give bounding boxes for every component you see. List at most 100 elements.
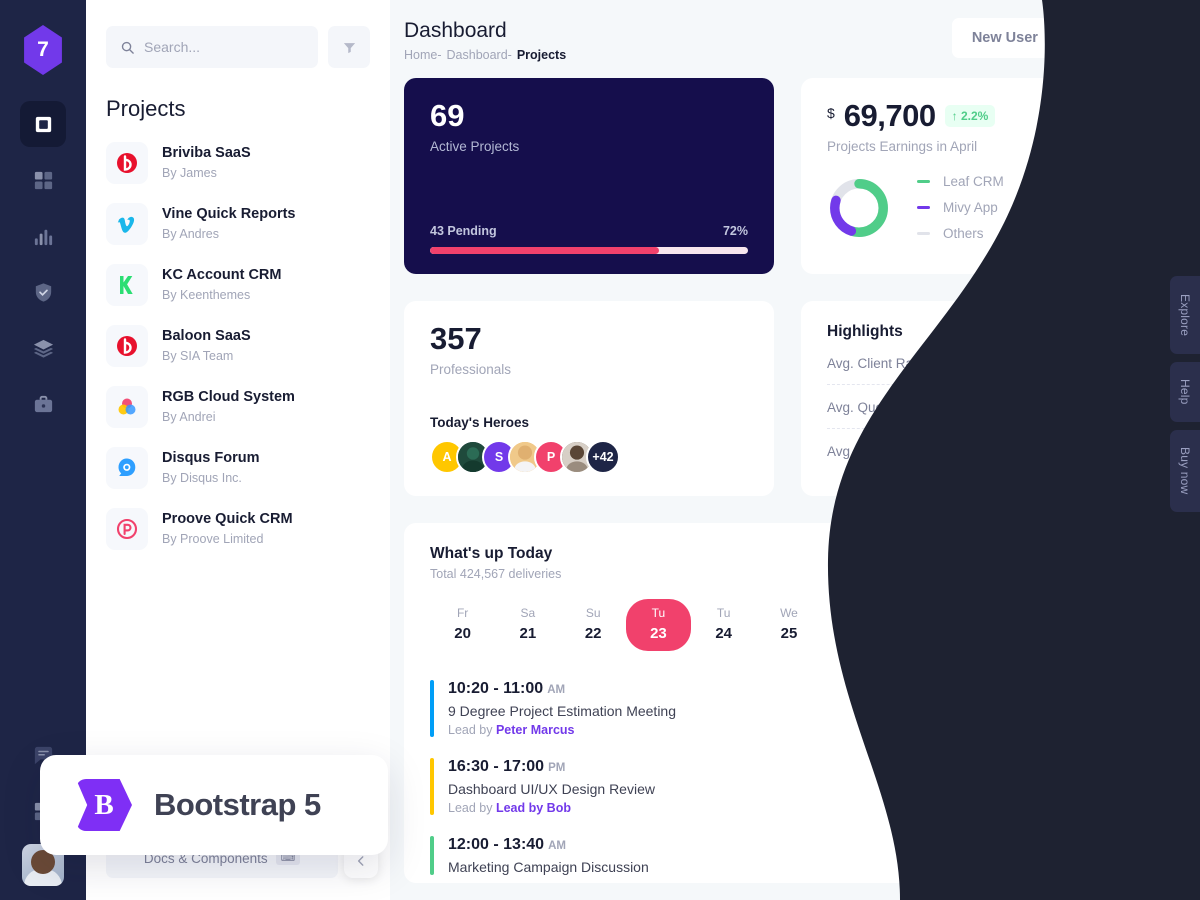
event-lead-prefix: Lead by	[448, 801, 496, 816]
sidebar-item-briefcase[interactable]	[20, 381, 66, 427]
view-button[interactable]: View	[1084, 838, 1148, 873]
calendar-day[interactable]: Th 26	[822, 599, 887, 651]
search-row	[86, 0, 390, 68]
list-item[interactable]: Vine Quick Reports By Andres	[106, 193, 370, 254]
breadcrumb-item-current: Projects	[516, 48, 567, 63]
new-user-button[interactable]: New User	[951, 18, 1058, 58]
day-number: 27	[911, 625, 928, 643]
search-box[interactable]	[106, 26, 318, 68]
table-row: Avg. Quotes ↙ 730	[827, 385, 1148, 430]
calendar-day[interactable]: Sa 21	[495, 599, 560, 651]
page-heading: Dashboard Home- Dashboard- Projects	[404, 18, 566, 62]
calendar-day[interactable]: Fr 20	[430, 599, 495, 651]
highlight-value: ↗ 7.8 /10	[1083, 355, 1148, 371]
event-lead-name[interactable]: Peter Marcus	[496, 723, 575, 737]
calendar-day[interactable]: Tu 24	[691, 599, 756, 651]
sidebar-item-grid[interactable]	[20, 157, 66, 203]
view-button[interactable]: View	[1084, 769, 1148, 804]
side-tab-help[interactable]: Help	[1170, 362, 1200, 422]
active-projects-progress: 43 Pending 72%	[430, 224, 748, 255]
project-name: Disqus Forum	[162, 450, 260, 467]
side-tab-explore[interactable]: Explore	[1170, 276, 1200, 354]
layers-icon	[33, 339, 53, 358]
highlight-number: 730	[1115, 399, 1140, 416]
search-icon	[121, 41, 134, 54]
sidebar-item-security[interactable]	[20, 269, 66, 315]
view-button[interactable]: View	[1084, 691, 1148, 726]
logo-badge-text: 7	[37, 38, 49, 61]
breadcrumb-item[interactable]: Home-	[404, 48, 442, 62]
project-logo	[106, 325, 148, 367]
day-of-week: Fr	[456, 606, 469, 621]
calendar-day-selected[interactable]: Tu 23	[625, 599, 692, 652]
day-number: 23	[650, 625, 667, 643]
calendar-day[interactable]: Sa 28	[952, 599, 1017, 651]
trend-up-icon: ↗	[1082, 355, 1094, 371]
sidebar-item-layers[interactable]	[20, 325, 66, 371]
project-list: Briviba SaaS By James Vine Quick Reports…	[86, 126, 390, 559]
shield-check-icon	[35, 282, 51, 302]
legend-swatch	[917, 232, 930, 236]
new-goal-button[interactable]: New Goal	[1067, 18, 1174, 58]
highlight-label: Avg. Client Rating	[827, 355, 935, 371]
sidebar-nav	[20, 101, 66, 427]
project-name: Vine Quick Reports	[162, 206, 296, 223]
filter-icon	[343, 42, 355, 53]
list-item: 10:20 - 11:00 AM 9 Degree Project Estimat…	[430, 673, 1148, 751]
list-item[interactable]: Proove Quick CRM By Proove Limited	[106, 498, 370, 559]
vimeo-icon	[117, 216, 135, 233]
calendar-day[interactable]: Su 29	[1017, 599, 1082, 651]
event-color-bar	[430, 836, 434, 876]
app-logo-badge[interactable]: 7	[24, 25, 62, 75]
calendar-strip: Fr 20 Sa 21 Su 22 Tu 23 Tu 24 We 25 Th 2…	[430, 599, 1148, 652]
calendar-day[interactable]: Su 22	[561, 599, 626, 651]
sidebar-item-cube[interactable]	[20, 101, 66, 147]
list-item[interactable]: Disqus Forum By Disqus Inc.	[106, 437, 370, 498]
legend-label: Others	[943, 226, 984, 242]
calendar-day[interactable]: Fri 27	[887, 599, 952, 651]
professionals-label: Professionals	[430, 362, 512, 378]
day-number: 29	[1041, 625, 1059, 643]
kickstarter-icon	[120, 276, 133, 294]
highlight-number: $2,309	[1095, 443, 1140, 460]
earnings-body: Leaf CRM $7,660 Mivy App $2,820 Others $…	[827, 174, 1148, 241]
header-actions: New User New Goal	[951, 18, 1174, 58]
list-item[interactable]: RGB Cloud System By Andrei	[106, 376, 370, 437]
trend-down-icon: ↙	[1096, 399, 1108, 415]
breadcrumb-item[interactable]: Dashboard-	[447, 48, 512, 62]
search-input[interactable]	[144, 39, 304, 55]
earnings-legend: Leaf CRM $7,660 Mivy App $2,820 Others $…	[917, 174, 1148, 241]
project-name: Baloon SaaS	[162, 328, 251, 345]
event-body: 12:00 - 13:40 AM Marketing Campaign Discu…	[448, 836, 649, 875]
list-item[interactable]: KC Account CRM By Keenthemes	[106, 254, 370, 315]
highlight-suffix: /10	[1129, 355, 1148, 371]
side-tab-buy-now[interactable]: Buy now	[1170, 430, 1200, 512]
avatar-initial: S	[494, 450, 504, 465]
heroes-title: Today's Heroes	[430, 415, 529, 431]
project-logo	[106, 508, 148, 550]
bootstrap-promo-badge[interactable]: B Bootstrap 5	[40, 755, 388, 855]
active-projects-card: 69 Active Projects 43 Pending 72%	[404, 78, 774, 275]
project-name: RGB Cloud System	[162, 389, 295, 406]
calendar-day[interactable]: Mo 30	[1083, 599, 1148, 651]
calendar-day[interactable]: We 25	[756, 599, 821, 651]
list-item[interactable]: Briviba SaaS By James	[106, 132, 370, 193]
avatar-more[interactable]: +42	[586, 440, 620, 475]
avatar-more-label: +42	[592, 450, 614, 465]
event-lead: Lead by Lead by Bob	[448, 801, 655, 815]
event-lead-name[interactable]: Lead by Bob	[496, 801, 571, 815]
day-of-week: Fri	[912, 606, 927, 621]
highlights-card: Highlights Avg. Client Rating ↗ 7.8 /10 …	[801, 301, 1174, 497]
trend-up-icon: ↗	[1076, 443, 1088, 459]
briefcase-icon	[34, 395, 52, 412]
legend-item: Leaf CRM $7,660	[917, 174, 1148, 189]
today-title: What's up Today	[430, 545, 553, 563]
day-number: 20	[454, 625, 471, 643]
legend-value: $45,257	[1099, 226, 1148, 242]
report-center-button[interactable]: Report Cecnter	[1027, 545, 1148, 582]
list-item[interactable]: Baloon SaaS By SIA Team	[106, 315, 370, 376]
event-time: 12:00 - 13:40 AM	[448, 836, 649, 854]
sidebar-item-analytics[interactable]	[20, 213, 66, 259]
project-author: By SIA Team	[162, 348, 234, 363]
filter-button[interactable]	[328, 26, 370, 68]
